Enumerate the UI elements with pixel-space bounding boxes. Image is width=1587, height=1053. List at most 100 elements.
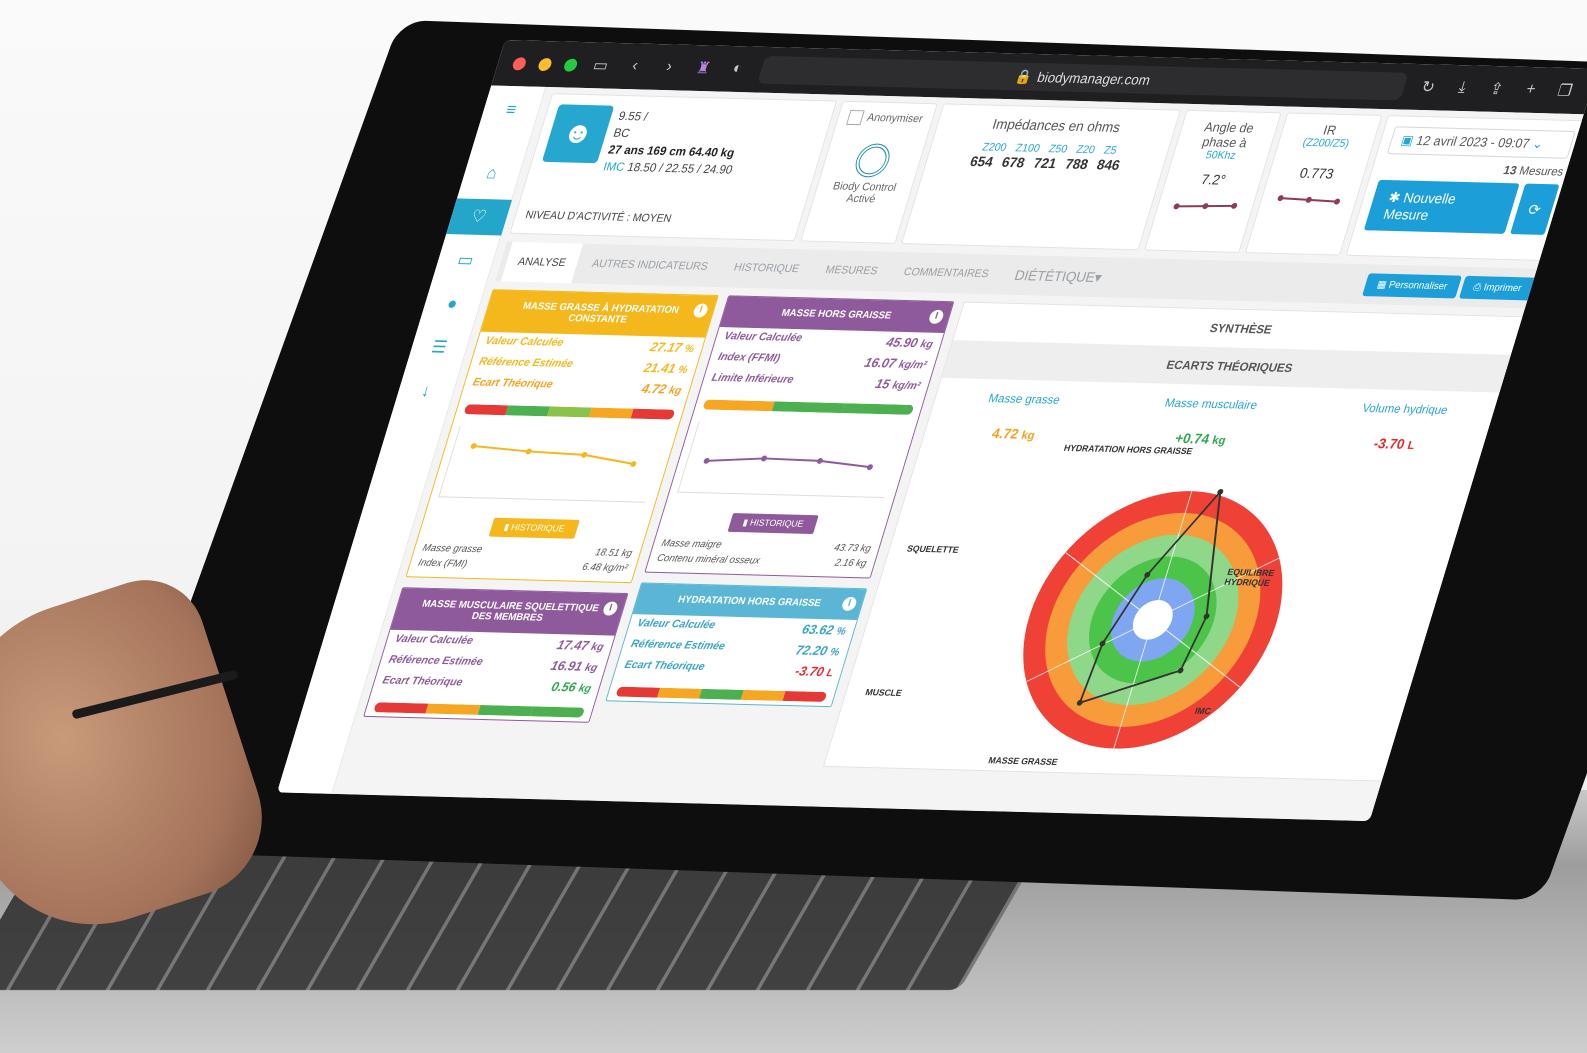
history-chart: [677, 421, 906, 499]
zoom-window-button[interactable]: [562, 58, 579, 72]
metric-unit: %: [828, 646, 842, 659]
avatar-icon[interactable]: ☻: [541, 104, 615, 164]
metric-label: Ecart Théorique: [623, 658, 707, 673]
metric-label: Référence Estimée: [629, 638, 727, 653]
reload-icon[interactable]: ↻: [1415, 77, 1442, 97]
value-z5: 846: [1095, 156, 1123, 173]
angle-freq: 50Khz: [1204, 149, 1238, 162]
footer-value: 18.51 kg: [593, 547, 634, 560]
tab-commentaires[interactable]: COMMENTAIRES: [887, 252, 1006, 294]
print-label: Imprimer: [1482, 281, 1524, 294]
anonymize-label: Anonymiser: [865, 111, 925, 126]
measure-count: 13: [1501, 163, 1519, 178]
ecart-masse-musculaire: Masse musculaire +0.74 kg: [1152, 396, 1259, 448]
ir-mini-chart: [1277, 195, 1340, 205]
metric-unit: kg/m²: [890, 379, 922, 393]
tab-dietetique[interactable]: DIÉTÉTIQUE ▾: [998, 255, 1119, 297]
ecart-unit: kg: [1210, 433, 1228, 448]
extension-icon[interactable]: ♜: [690, 58, 717, 78]
metric-label: Valeur Calculée: [722, 330, 804, 345]
customize-button[interactable]: ▦ Personnaliser: [1362, 272, 1462, 299]
patient-id: 9.55 /: [616, 108, 650, 124]
history-chart: [438, 425, 667, 503]
value-z20: 788: [1063, 155, 1091, 173]
info-icon[interactable]: i: [691, 303, 710, 318]
date-select[interactable]: ▣ 12 avril 2023 - 09:07 ⌄: [1386, 126, 1576, 159]
calendar-icon: ▣: [1399, 132, 1416, 148]
history-button[interactable]: ▮ HISTORIQUE: [727, 513, 819, 535]
metric-value: 17.47: [555, 637, 591, 653]
panel-title-text: MASSE HORS GRAISSE: [780, 307, 893, 322]
url-text: biodymanager.com: [1035, 69, 1153, 88]
ecart-label: Volume hydrique: [1360, 400, 1450, 418]
forward-icon[interactable]: ›: [656, 58, 682, 76]
ir-value: 0.773: [1297, 164, 1336, 182]
metric-unit: L: [824, 667, 835, 680]
analysis-content: MASSE GRASSE À HYDRATATION CONSTANTE i Va…: [352, 289, 1531, 782]
radar-label-right: EQUILIBRE HYDRIQUE: [1223, 566, 1276, 588]
metric-value: 16.07: [862, 354, 899, 371]
new-tab-icon[interactable]: +: [1518, 81, 1544, 99]
footer-row: Contenu minéral osseux 2.16 kg: [646, 551, 877, 578]
tab-historique[interactable]: HISTORIQUE: [717, 247, 817, 289]
metric-label: Index (FFMI): [716, 351, 782, 365]
ecart-volume-hydrique: Volume hydrique -3.70 L: [1350, 401, 1450, 453]
metric-value: 45.90: [884, 334, 920, 351]
metric-unit: %: [834, 625, 848, 638]
range-gauge: [615, 686, 828, 703]
metric-label: Référence Estimée: [387, 653, 485, 669]
info-icon[interactable]: i: [927, 309, 946, 324]
freq-z200: Z200: [980, 141, 1009, 154]
metric-unit: kg: [667, 384, 683, 397]
metric-label: Valeur Calculée: [393, 632, 475, 647]
panel-title-text: MASSE MUSCULAIRE SQUELETTIQUE DES MEMBRE…: [420, 598, 601, 624]
share-icon[interactable]: ⇪: [1483, 79, 1510, 99]
info-icon[interactable]: i: [601, 601, 620, 616]
panel-title: MASSE HORS GRAISSE i: [719, 296, 954, 333]
device-label-1: Biody Control: [831, 180, 898, 194]
sidebar-toggle-icon[interactable]: ▭: [587, 55, 614, 75]
grid-icon: ▦: [1375, 279, 1388, 291]
metric-value: 27.17: [648, 339, 684, 355]
back-icon[interactable]: ‹: [622, 57, 648, 75]
radar-label-bottom-left: MUSCLE: [864, 687, 904, 699]
ecart-value: 4.72: [990, 425, 1021, 442]
patient-card: ☻ 9.55 / BC 27 ans 169 cm 64.40 kg IMC 1…: [509, 93, 838, 242]
activity-level: NIVEAU D'ACTIVITÉ : MOYEN: [523, 209, 673, 225]
address-bar[interactable]: 🔒 biodymanager.com: [757, 55, 1409, 101]
metric-unit: kg: [577, 682, 593, 695]
tab-mesures[interactable]: MESURES: [808, 250, 894, 292]
minimize-window-button[interactable]: [537, 57, 554, 71]
panel-hydratation: HYDRATATION HORS GRAISSE i Valeur Calculé…: [605, 582, 868, 708]
history-label: HISTORIQUE: [748, 517, 805, 529]
metric-label: Limite Inférieure: [710, 371, 796, 386]
biody-target-icon: [851, 143, 894, 178]
range-gauge: [702, 399, 915, 415]
tabs-overview-icon[interactable]: ❐: [1552, 81, 1579, 101]
main-content: ☻ 9.55 / BC 27 ans 169 cm 64.40 kg IMC 1…: [332, 86, 1587, 822]
close-window-button[interactable]: [511, 56, 528, 70]
anonymize-checkbox[interactable]: [846, 109, 865, 126]
metric-unit: kg: [589, 641, 606, 654]
new-measure-button[interactable]: ✱ Nouvelle Mesure: [1363, 179, 1520, 234]
radar-svg: [1023, 488, 1283, 749]
metric-label: Référence Estimée: [477, 355, 575, 371]
print-button[interactable]: ⎙ Imprimer: [1458, 275, 1537, 300]
metric-row: Ecart Théorique 4.72 kg: [462, 373, 692, 400]
tab-autres-indicateurs[interactable]: AUTRES INDICATEURS: [575, 244, 725, 287]
radar-label-left: SQUELETTE: [905, 543, 961, 555]
tab-analyse[interactable]: ANALYSE: [500, 241, 584, 284]
ir-sub: (Z200/Z5): [1301, 136, 1351, 150]
freq-z100: Z100: [1013, 142, 1042, 155]
impedances-card: Impédances en ohms Z200 Z100 Z50 Z20 Z5 …: [900, 103, 1181, 251]
value-z100: 678: [999, 153, 1027, 171]
download-icon[interactable]: ⤓: [1449, 79, 1475, 97]
history-button[interactable]: ▮ HISTORIQUE: [488, 517, 580, 539]
app: ≡ ⌂ ♡ ▭ ● ☰ ↓ ☻ 9.55 / BC 27 ans 169 cm …: [277, 85, 1587, 822]
freq-z50: Z50: [1047, 143, 1069, 156]
info-icon[interactable]: i: [840, 596, 859, 611]
panel-title-text: HYDRATATION HORS GRAISSE: [676, 594, 823, 610]
value-z200: 654: [968, 153, 996, 170]
privacy-icon[interactable]: ◐: [724, 60, 750, 78]
value-z50: 721: [1031, 154, 1059, 172]
